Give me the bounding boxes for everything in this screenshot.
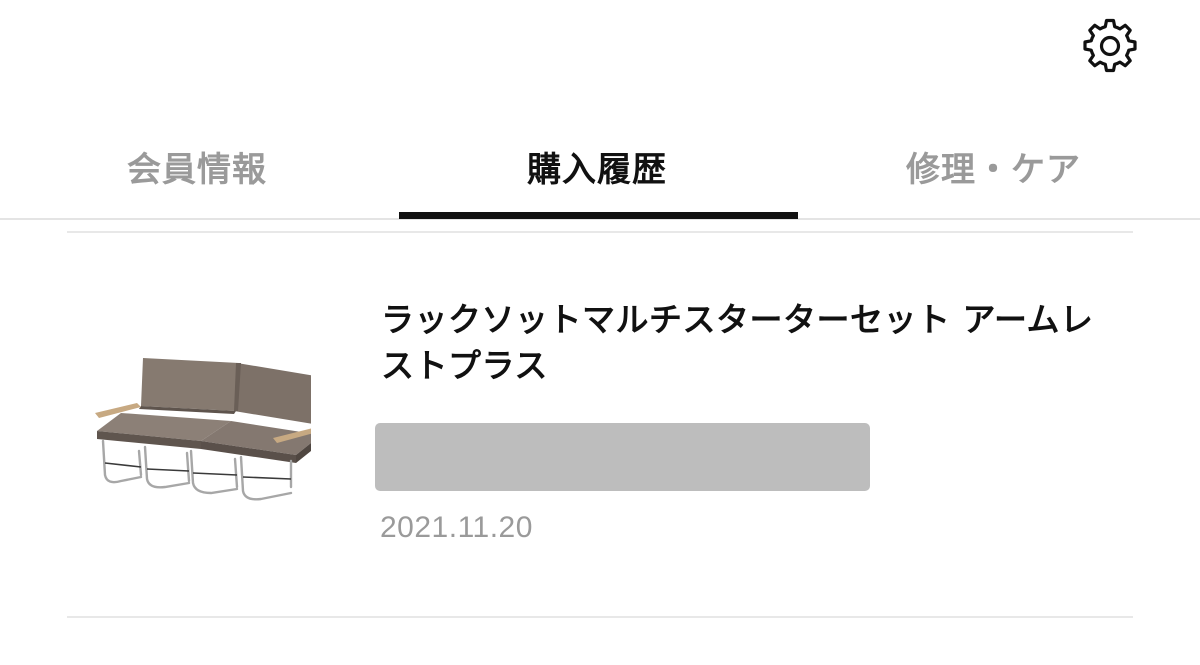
folding-sofa-image xyxy=(95,358,311,501)
tab-repair-care[interactable]: 修理・ケア xyxy=(906,142,1081,191)
purchase-history-screen: 会員情報 購入履歴 修理・ケア ラックソットマルチスターターセット アームレスト… xyxy=(0,0,1200,665)
gear-icon xyxy=(1083,18,1137,73)
tab-purchase-history[interactable]: 購入履歴 xyxy=(527,142,667,191)
tab-bar: 会員情報 購入履歴 修理・ケア xyxy=(0,120,1200,220)
settings-button[interactable] xyxy=(1078,14,1142,78)
list-divider xyxy=(67,616,1133,618)
purchase-list-item[interactable]: ラックソットマルチスターターセット アームレストプラス 2021.11.20 xyxy=(67,233,1133,616)
redacted-block xyxy=(375,423,870,491)
tab-member-info[interactable]: 会員情報 xyxy=(127,142,267,191)
purchase-date: 2021.11.20 xyxy=(380,511,533,544)
product-name: ラックソットマルチスターターセット アームレストプラス xyxy=(381,300,1094,385)
active-tab-indicator xyxy=(399,212,798,219)
